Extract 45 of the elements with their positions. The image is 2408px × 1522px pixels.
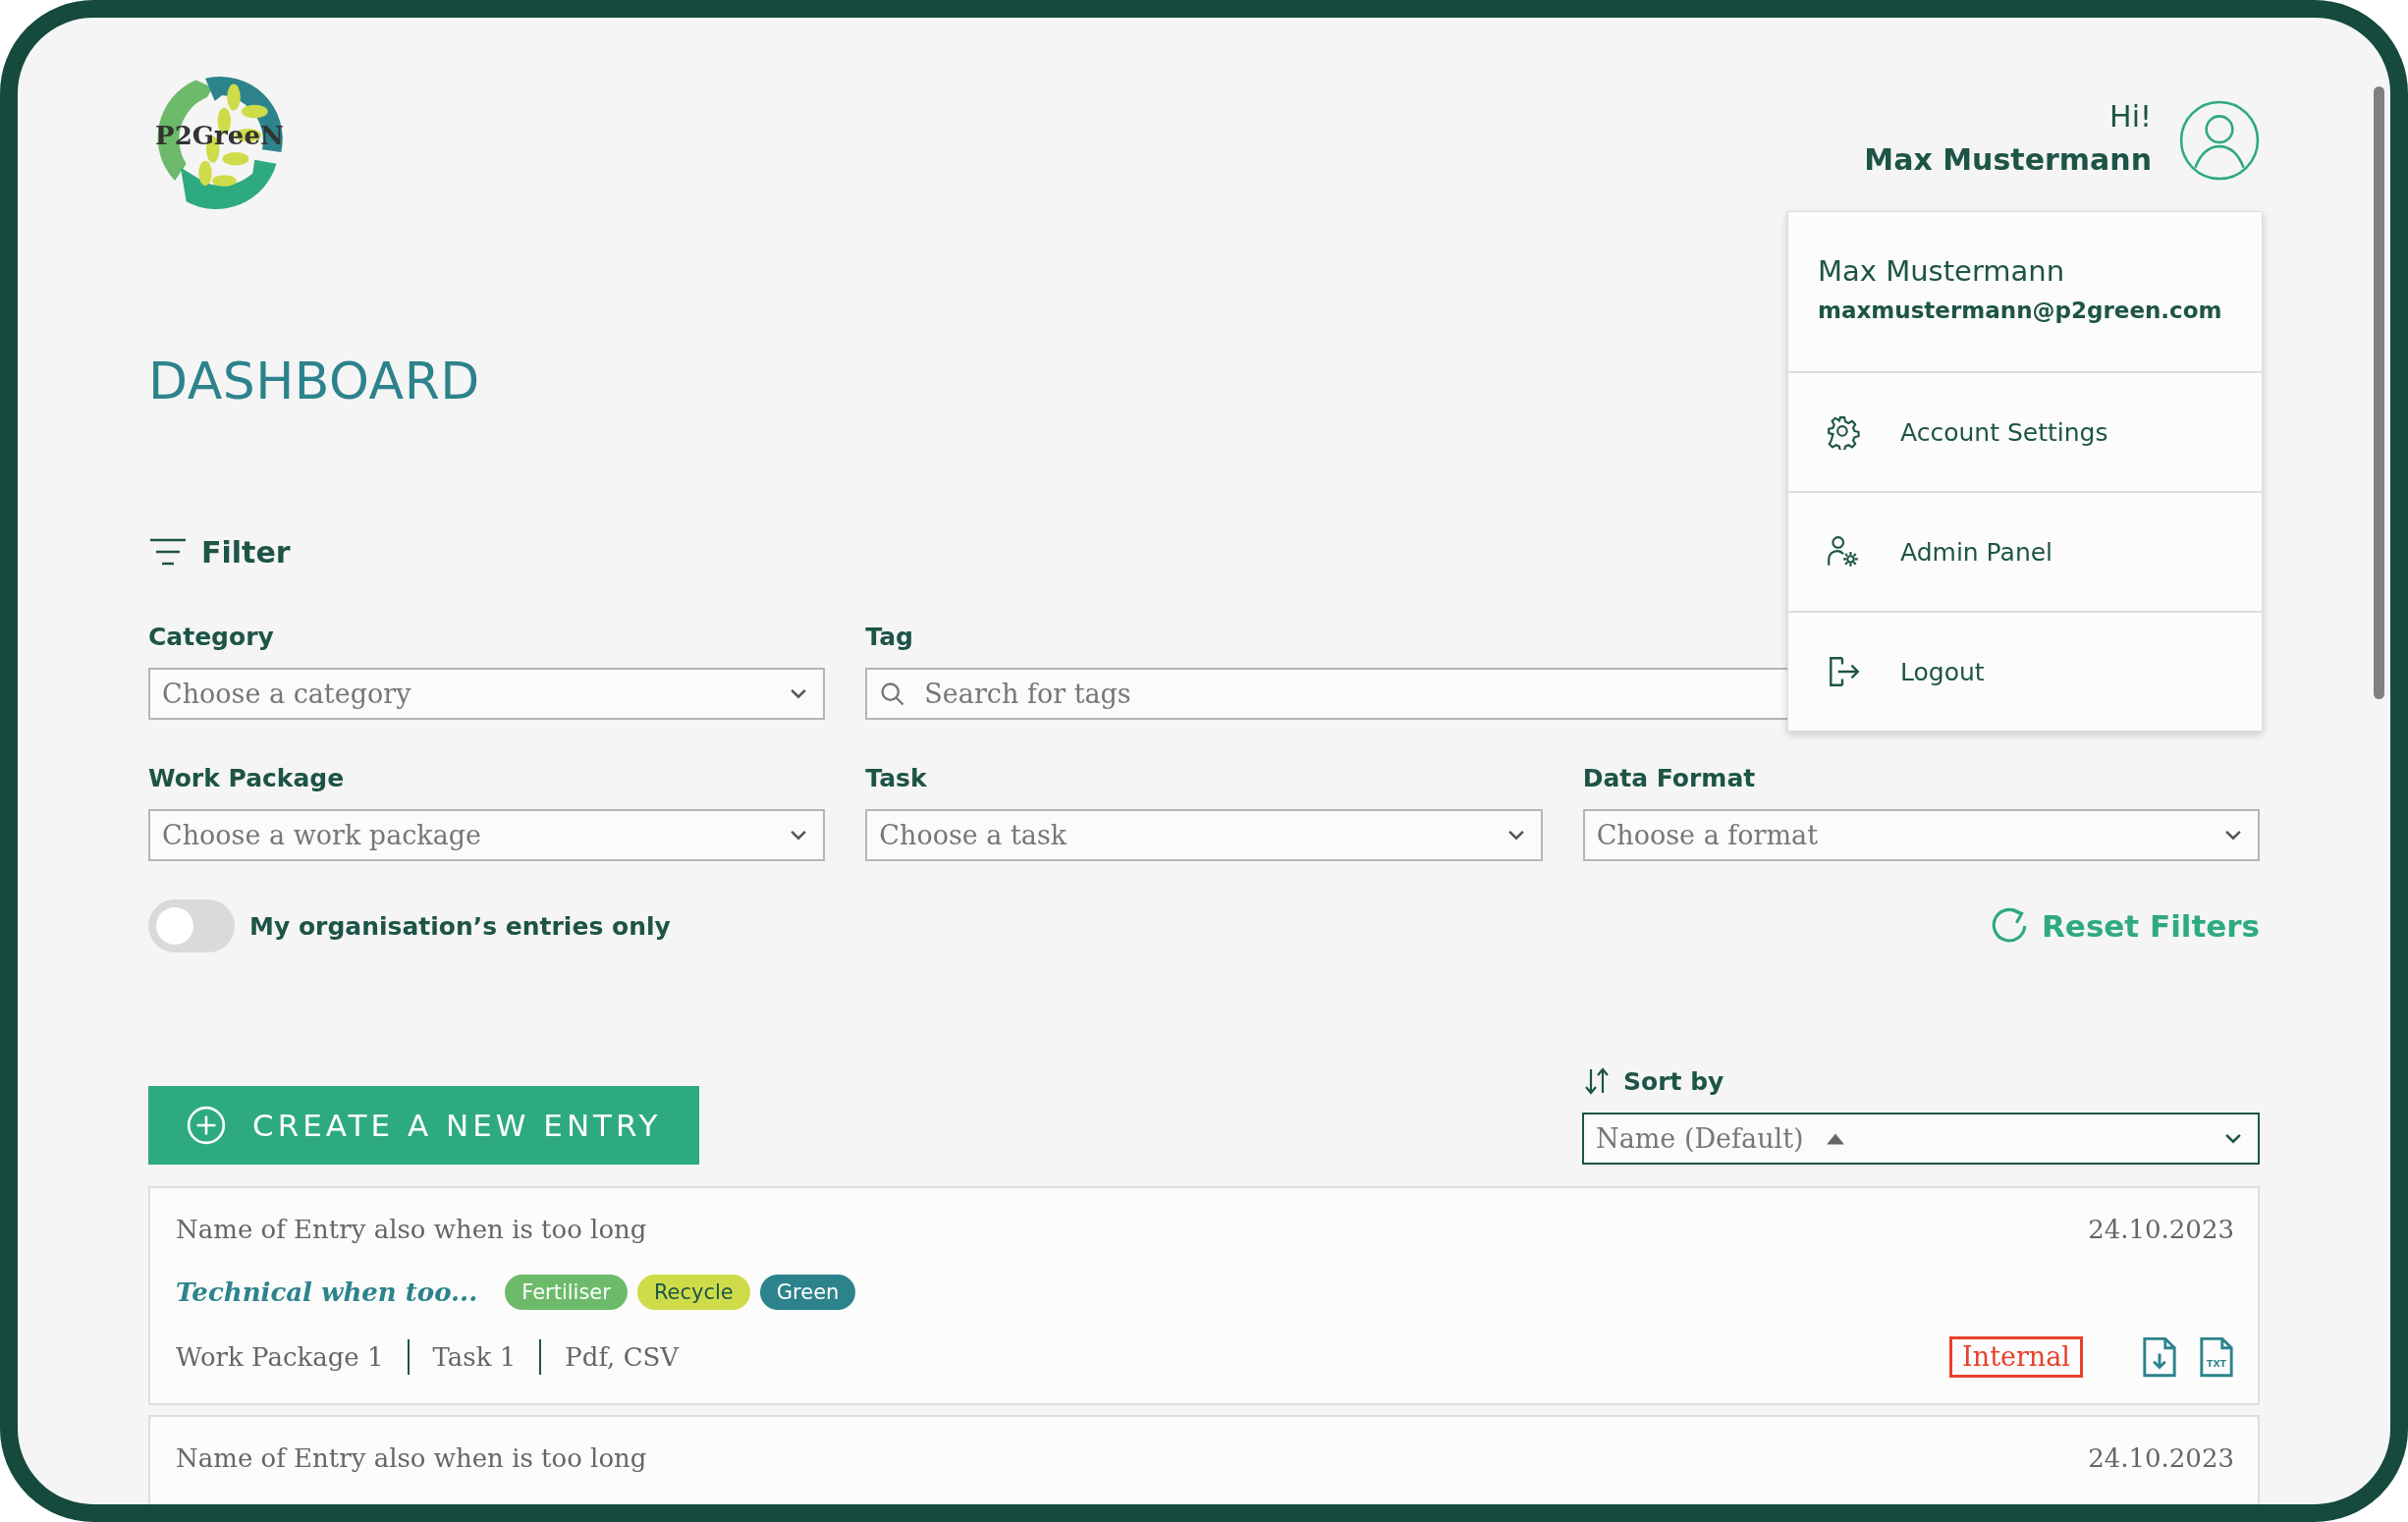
reset-filters-button[interactable]: Reset Filters [1989, 905, 2260, 947]
entry-date: 24.10.2023 [2088, 1215, 2234, 1244]
menu-item[interactable]: Account Settings [1788, 373, 2262, 493]
user-avatar-icon[interactable] [2179, 99, 2260, 181]
sort-label: Sort by [1623, 1066, 1724, 1096]
entry-detail: Work Package 1 [176, 1342, 384, 1372]
menu-user-email: maxmustermann@p2green.com [1818, 297, 2223, 325]
visibility-label: Internal [1949, 1336, 2083, 1378]
sort-icon [1582, 1066, 1612, 1096]
dropdown-field[interactable]: Choose a format [1582, 809, 2260, 861]
field-label: Category [148, 622, 275, 653]
entry-name: Name of Entry also when is too long [176, 1443, 647, 1473]
entry-detail: Pdf, CSV [565, 1342, 680, 1372]
toggle-label: My organisation’s entries only [249, 911, 671, 941]
entry-card[interactable]: Name of Entry also when is too long 24.10.2023 [148, 1415, 2260, 1504]
menu-user-name: Max Mustermann [1818, 253, 2066, 290]
filter-heading: Filter [201, 534, 291, 570]
toggle-switch[interactable] [148, 899, 235, 952]
entry-date: 24.10.2023 [2088, 1443, 2234, 1473]
settings-icon [1826, 414, 1861, 450]
tag-chip: Fertiliser [505, 1275, 628, 1310]
user-gear-icon [1826, 534, 1861, 570]
tag-chip: Recycle [636, 1275, 750, 1310]
menu-item[interactable]: Admin Panel [1788, 493, 2262, 613]
user-name: Max Mustermann [1864, 140, 2152, 179]
sort-dropdown[interactable]: Name (Default) [1582, 1113, 2260, 1165]
greeting-text: Hi! [2109, 97, 2152, 136]
entry-category: Technical when too... [176, 1277, 478, 1307]
field-label: Task [865, 763, 928, 794]
logo: P2GreeN [148, 69, 291, 211]
scrollbar[interactable] [2374, 86, 2384, 699]
field-label: Tag [865, 622, 914, 653]
plus-circle-icon [186, 1105, 227, 1146]
page-title: DASHBOARD [148, 352, 481, 410]
dropdown-field[interactable]: Choose a task [865, 809, 1543, 861]
file-download-icon[interactable] [2142, 1336, 2177, 1378]
entry-card[interactable]: Name of Entry also when is too long 24.10.2023 Technical when too... Fertiliser Recycle Green Work Package 1 Task 1 Pdf, CSV Internal TXT [148, 1186, 2260, 1405]
dropdown-field[interactable]: Choose a work package [148, 809, 826, 861]
dropdown-field[interactable]: Choose a category [148, 668, 826, 720]
field-label: Data Format [1582, 763, 1757, 794]
tag-chip: Green [759, 1275, 856, 1310]
field-label: Work Package [148, 763, 346, 794]
entry-detail: Task 1 [432, 1342, 517, 1372]
entry-name: Name of Entry also when is too long [176, 1215, 647, 1244]
create-entry-button[interactable]: CREATE A NEW ENTRY [148, 1086, 699, 1165]
